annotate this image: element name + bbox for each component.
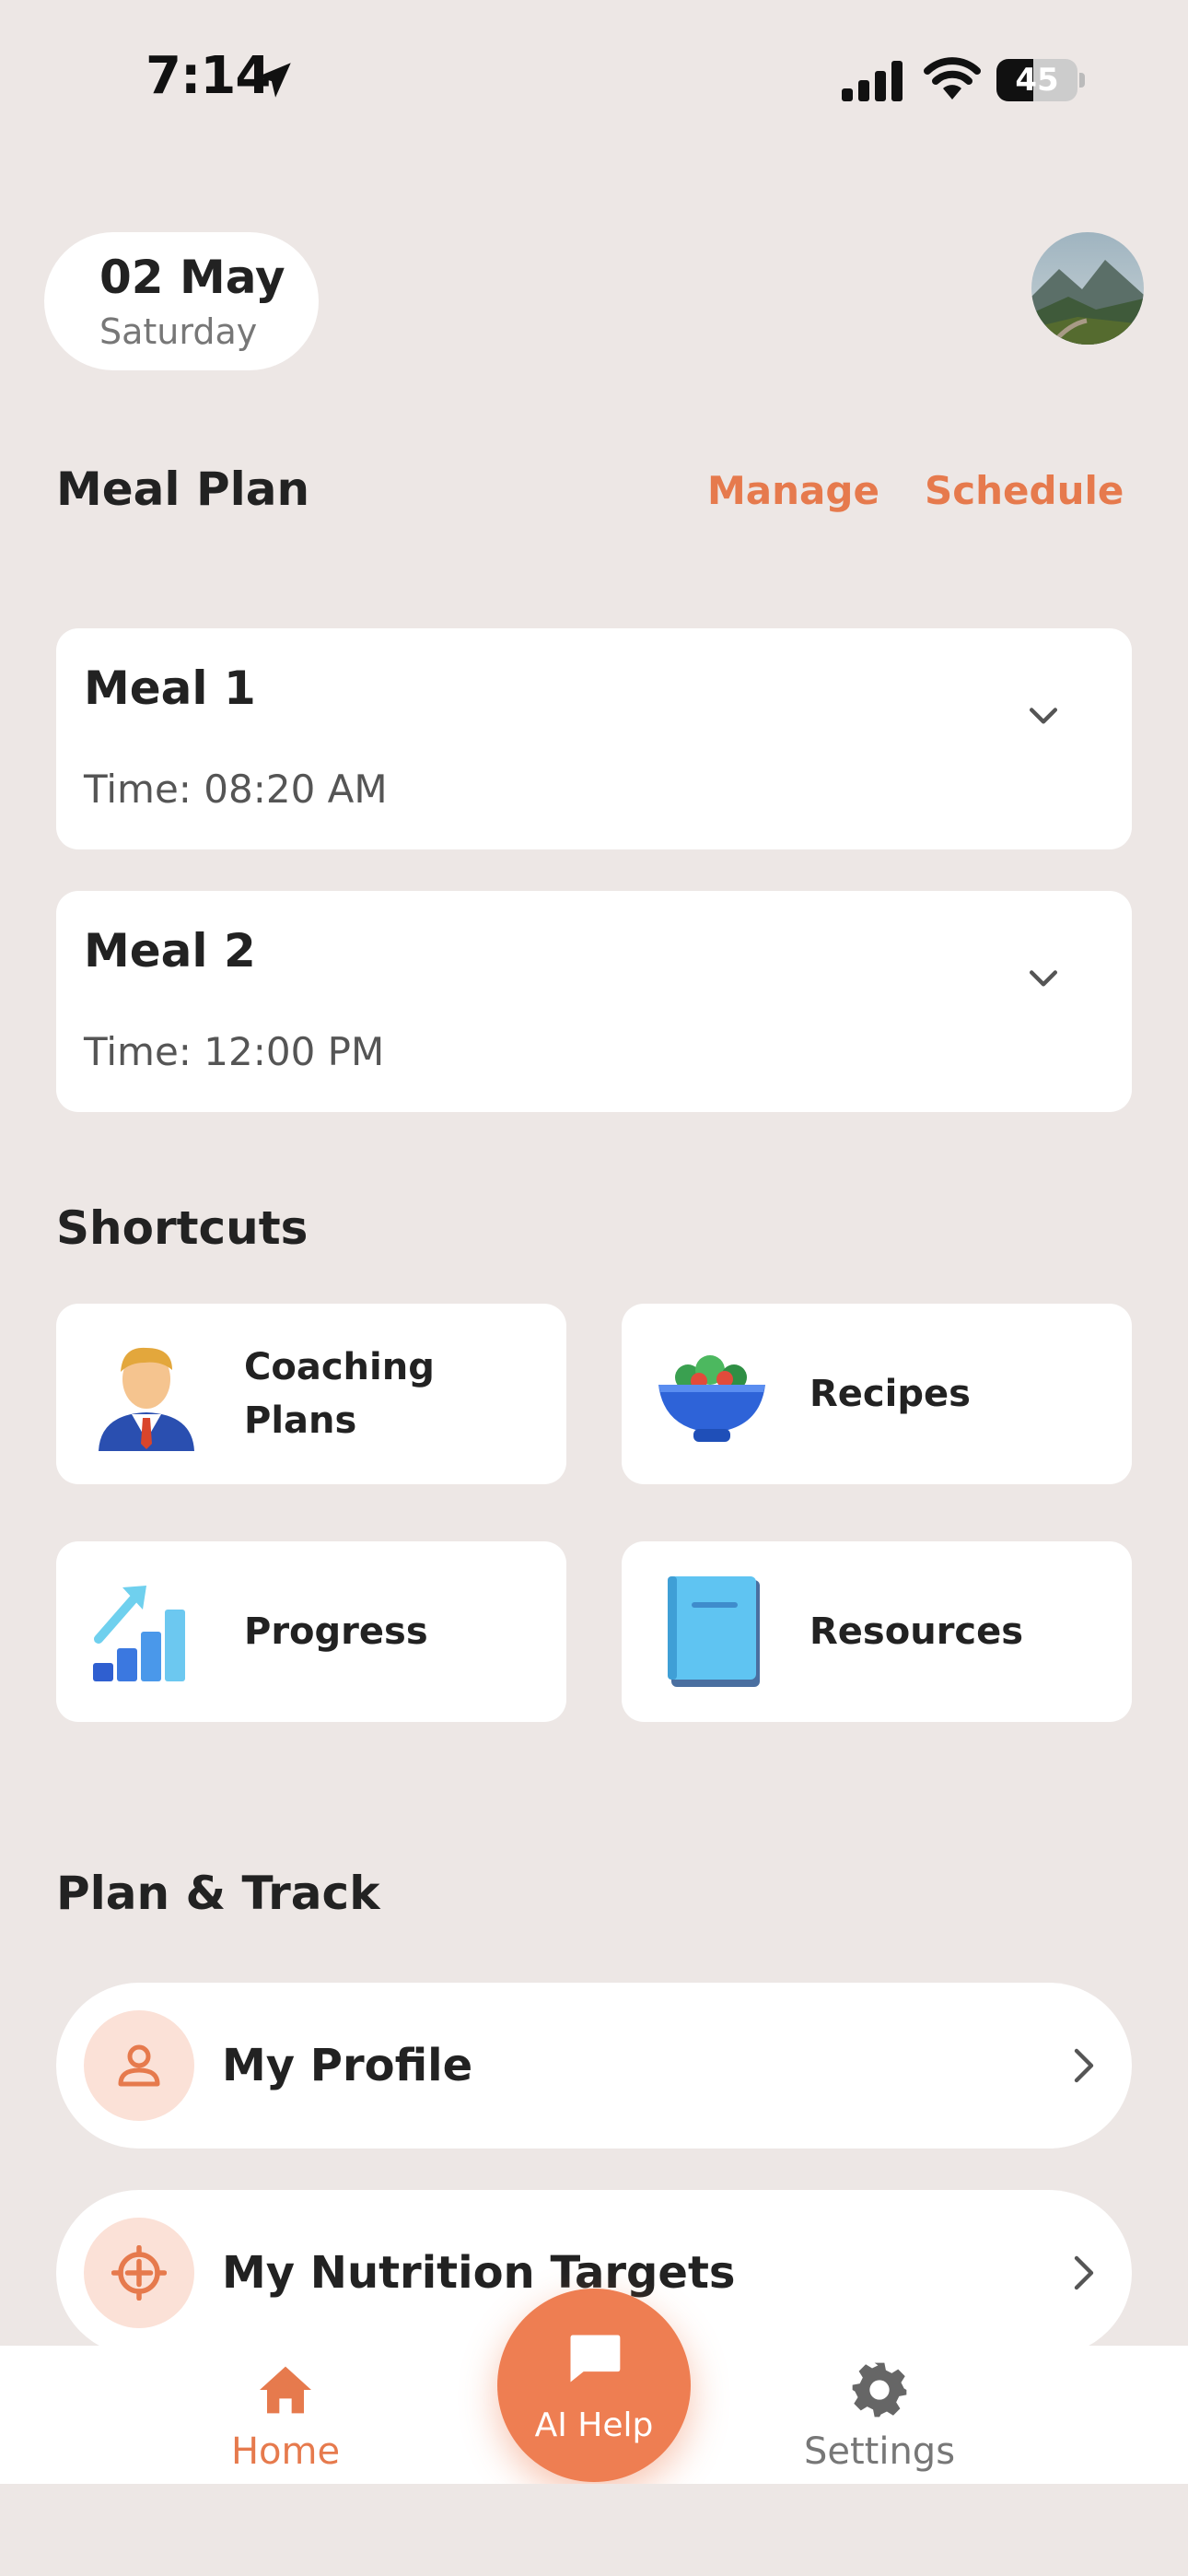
chevron-right-icon	[1074, 2255, 1094, 2290]
weekday-label: Saturday	[99, 311, 258, 352]
battery-icon: 45	[996, 59, 1085, 101]
shortcut-recipes[interactable]: Recipes	[622, 1304, 1132, 1484]
gear-icon	[852, 2362, 907, 2418]
coach-icon	[99, 1347, 194, 1451]
nav-settings-label: Settings	[803, 2430, 956, 2473]
status-bar: 7:14 45	[0, 0, 1188, 157]
nav-settings[interactable]: Settings	[769, 2346, 990, 2484]
location-arrow-icon	[256, 63, 291, 98]
track-label: My Profile	[222, 2040, 473, 2091]
home-indicator-area	[0, 2484, 1188, 2576]
chevron-down-icon[interactable]	[1023, 957, 1064, 998]
shortcut-label: Progress	[244, 1610, 428, 1653]
shortcut-resources[interactable]: Resources	[622, 1541, 1132, 1722]
manage-link[interactable]: Manage	[707, 468, 879, 513]
chat-bubble-icon	[570, 2335, 621, 2383]
ai-help-button[interactable]: AI Help	[497, 2289, 691, 2482]
home-screen: 7:14 45 02 May Saturday Meal Plan Manage…	[0, 0, 1188, 2576]
avatar[interactable]	[1031, 232, 1144, 345]
book-icon	[668, 1576, 760, 1687]
date-label: 02 May	[99, 251, 285, 304]
meal-card[interactable]: Meal 1 Time: 08:20 AM	[56, 628, 1132, 849]
shortcut-label: Recipes	[809, 1373, 971, 1415]
home-icon	[260, 2366, 311, 2414]
wifi-icon	[924, 57, 981, 100]
ai-help-label: AI Help	[534, 2406, 654, 2444]
salad-bowl-icon	[658, 1355, 765, 1442]
shortcuts-title: Shortcuts	[56, 1201, 309, 1255]
shortcut-progress[interactable]: Progress	[56, 1541, 566, 1722]
meal-time: Time: 08:20 AM	[84, 767, 388, 812]
target-icon	[111, 2245, 167, 2301]
plan-track-title: Plan & Track	[56, 1867, 380, 1920]
schedule-link[interactable]: Schedule	[925, 468, 1124, 513]
meal-plan-title: Meal Plan	[56, 463, 310, 516]
shortcut-label: Resources	[809, 1610, 1024, 1653]
shortcut-coaching-plans[interactable]: Coaching Plans	[56, 1304, 566, 1484]
bar-chart-icon	[93, 1586, 185, 1681]
meal-time: Time: 12:00 PM	[84, 1029, 385, 1074]
shortcut-label: Coaching Plans	[244, 1346, 435, 1442]
chevron-right-icon	[1074, 2048, 1094, 2083]
nav-home[interactable]: Home	[175, 2346, 396, 2484]
icon-circle	[84, 2218, 194, 2328]
chevron-down-icon[interactable]	[1023, 695, 1064, 735]
date-selector[interactable]: 02 May Saturday	[44, 232, 319, 370]
meal-title: Meal 1	[84, 662, 256, 715]
meal-title: Meal 2	[84, 924, 256, 978]
my-profile-row[interactable]: My Profile	[56, 1983, 1132, 2149]
icon-circle	[84, 2010, 194, 2121]
nav-home-label: Home	[230, 2430, 341, 2473]
battery-level: 45	[1015, 62, 1059, 99]
cellular-signal-icon	[842, 61, 903, 101]
person-icon	[118, 2044, 160, 2087]
meal-card[interactable]: Meal 2 Time: 12:00 PM	[56, 891, 1132, 1112]
